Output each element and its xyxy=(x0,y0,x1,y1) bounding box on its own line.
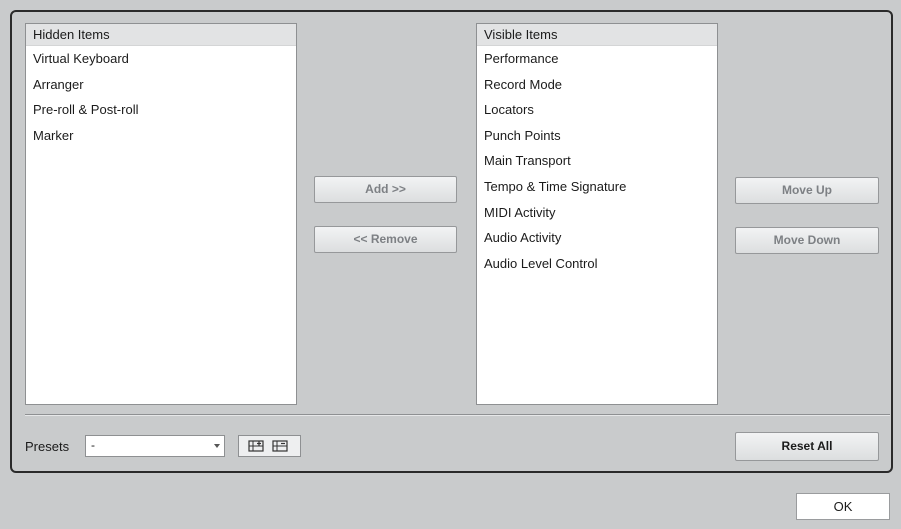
dialog-frame: Hidden Items Virtual Keyboard Arranger P… xyxy=(10,10,893,473)
ok-button[interactable]: OK xyxy=(796,493,890,520)
chevron-down-icon[interactable] xyxy=(214,444,220,448)
visible-items-header: Visible Items xyxy=(477,24,717,46)
hidden-item-marker[interactable]: Marker xyxy=(26,123,296,149)
save-preset-icon[interactable] xyxy=(248,439,264,453)
separator-line xyxy=(25,414,890,416)
visible-item-main-transport[interactable]: Main Transport xyxy=(477,148,717,174)
visible-item-locators[interactable]: Locators xyxy=(477,97,717,123)
hidden-items-header: Hidden Items xyxy=(26,24,296,46)
hidden-item-arranger[interactable]: Arranger xyxy=(26,72,296,98)
visible-items-list[interactable]: Visible Items Performance Record Mode Lo… xyxy=(476,23,718,405)
remove-preset-icon[interactable] xyxy=(272,439,288,453)
visible-item-performance[interactable]: Performance xyxy=(477,46,717,72)
remove-button[interactable]: << Remove xyxy=(314,226,457,253)
hidden-item-virtual-keyboard[interactable]: Virtual Keyboard xyxy=(26,46,296,72)
visible-item-audio-level-control[interactable]: Audio Level Control xyxy=(477,251,717,277)
visible-item-record-mode[interactable]: Record Mode xyxy=(477,72,717,98)
hidden-items-list[interactable]: Hidden Items Virtual Keyboard Arranger P… xyxy=(25,23,297,405)
visible-item-midi-activity[interactable]: MIDI Activity xyxy=(477,200,717,226)
preset-select-value: - xyxy=(91,438,95,452)
move-down-button[interactable]: Move Down xyxy=(735,227,879,254)
visible-item-punch-points[interactable]: Punch Points xyxy=(477,123,717,149)
preset-select[interactable]: - xyxy=(85,435,225,457)
visible-item-audio-activity[interactable]: Audio Activity xyxy=(477,225,717,251)
add-button[interactable]: Add >> xyxy=(314,176,457,203)
hidden-item-pre-roll-post-roll[interactable]: Pre-roll & Post-roll xyxy=(26,97,296,123)
preset-icon-group xyxy=(238,435,301,457)
presets-label: Presets xyxy=(25,439,70,454)
visible-item-tempo-time-signature[interactable]: Tempo & Time Signature xyxy=(477,174,717,200)
reset-all-button[interactable]: Reset All xyxy=(735,432,879,461)
move-up-button[interactable]: Move Up xyxy=(735,177,879,204)
